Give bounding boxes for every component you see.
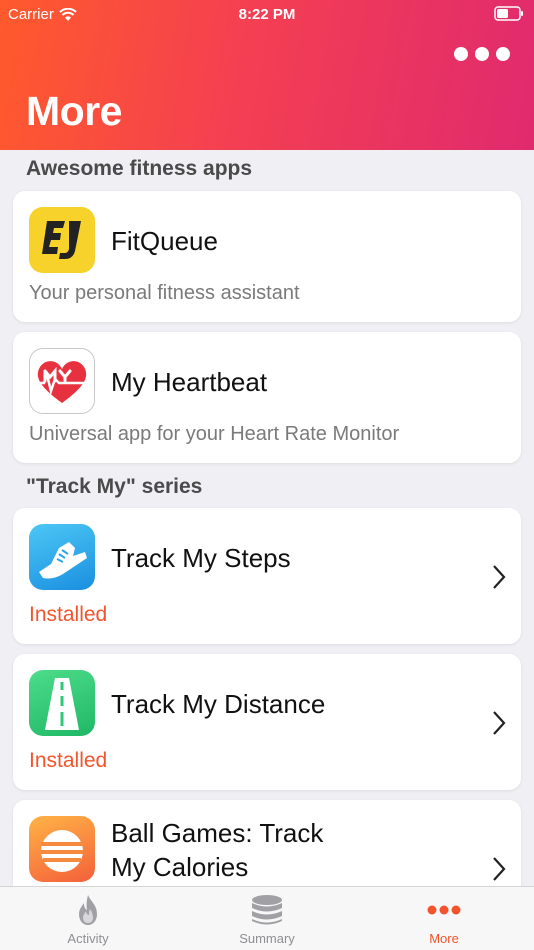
tab-label: Activity bbox=[67, 931, 109, 946]
tab-label: More bbox=[429, 931, 459, 946]
dot-icon bbox=[475, 47, 489, 61]
more-options-button[interactable] bbox=[454, 47, 510, 61]
app-subtitle: Your personal fitness assistant bbox=[29, 282, 300, 304]
section-header-fitness-apps: Awesome fitness apps bbox=[26, 157, 253, 180]
tab-bar: Activity Summary More bbox=[0, 886, 534, 950]
chevron-right-icon bbox=[493, 711, 506, 735]
status-time: 8:22 PM bbox=[238, 6, 296, 23]
app-name-line1: Ball Games: Track bbox=[111, 818, 324, 848]
app-card-track-my-steps[interactable]: Track My Steps Installed bbox=[13, 508, 521, 644]
header: Carrier 8:22 PM More bbox=[0, 0, 534, 150]
tab-more[interactable]: More bbox=[384, 893, 504, 946]
app-card-track-my-distance[interactable]: Track My Distance Installed bbox=[13, 654, 521, 790]
dot-icon bbox=[454, 47, 468, 61]
tab-activity[interactable]: Activity bbox=[28, 893, 148, 946]
status-bar: Carrier 8:22 PM bbox=[0, 0, 534, 30]
app-card-fitqueue[interactable]: FitQueue Your personal fitness assistant bbox=[13, 191, 521, 322]
app-name-line2: My Calories bbox=[111, 852, 249, 882]
dot-icon bbox=[496, 47, 510, 61]
tab-label: Summary bbox=[239, 931, 295, 946]
page-title: More bbox=[26, 88, 122, 134]
app-name: My Heartbeat bbox=[111, 367, 268, 397]
ball-icon bbox=[29, 816, 95, 882]
chevron-right-icon bbox=[493, 565, 506, 589]
road-icon bbox=[29, 670, 95, 736]
flame-icon bbox=[79, 895, 97, 925]
installed-status: Installed bbox=[29, 749, 108, 772]
installed-status: Installed bbox=[29, 603, 108, 626]
app-card-my-heartbeat[interactable]: My Heartbeat Universal app for your Hear… bbox=[13, 332, 521, 463]
dots-icon bbox=[427, 905, 461, 915]
heart-icon bbox=[29, 348, 95, 414]
battery-icon bbox=[494, 6, 523, 21]
tab-summary[interactable]: Summary bbox=[207, 893, 327, 946]
app-subtitle: Universal app for your Heart Rate Monito… bbox=[29, 423, 400, 445]
sneaker-icon bbox=[29, 524, 95, 590]
fitqueue-icon bbox=[29, 207, 95, 273]
app-name: Track My Steps bbox=[111, 543, 291, 573]
section-header-track-my-series: "Track My" series bbox=[26, 475, 203, 498]
app-name: Track My Distance bbox=[111, 689, 326, 719]
app-name: FitQueue bbox=[111, 226, 218, 256]
chevron-right-icon bbox=[493, 857, 506, 881]
database-icon bbox=[252, 895, 282, 925]
